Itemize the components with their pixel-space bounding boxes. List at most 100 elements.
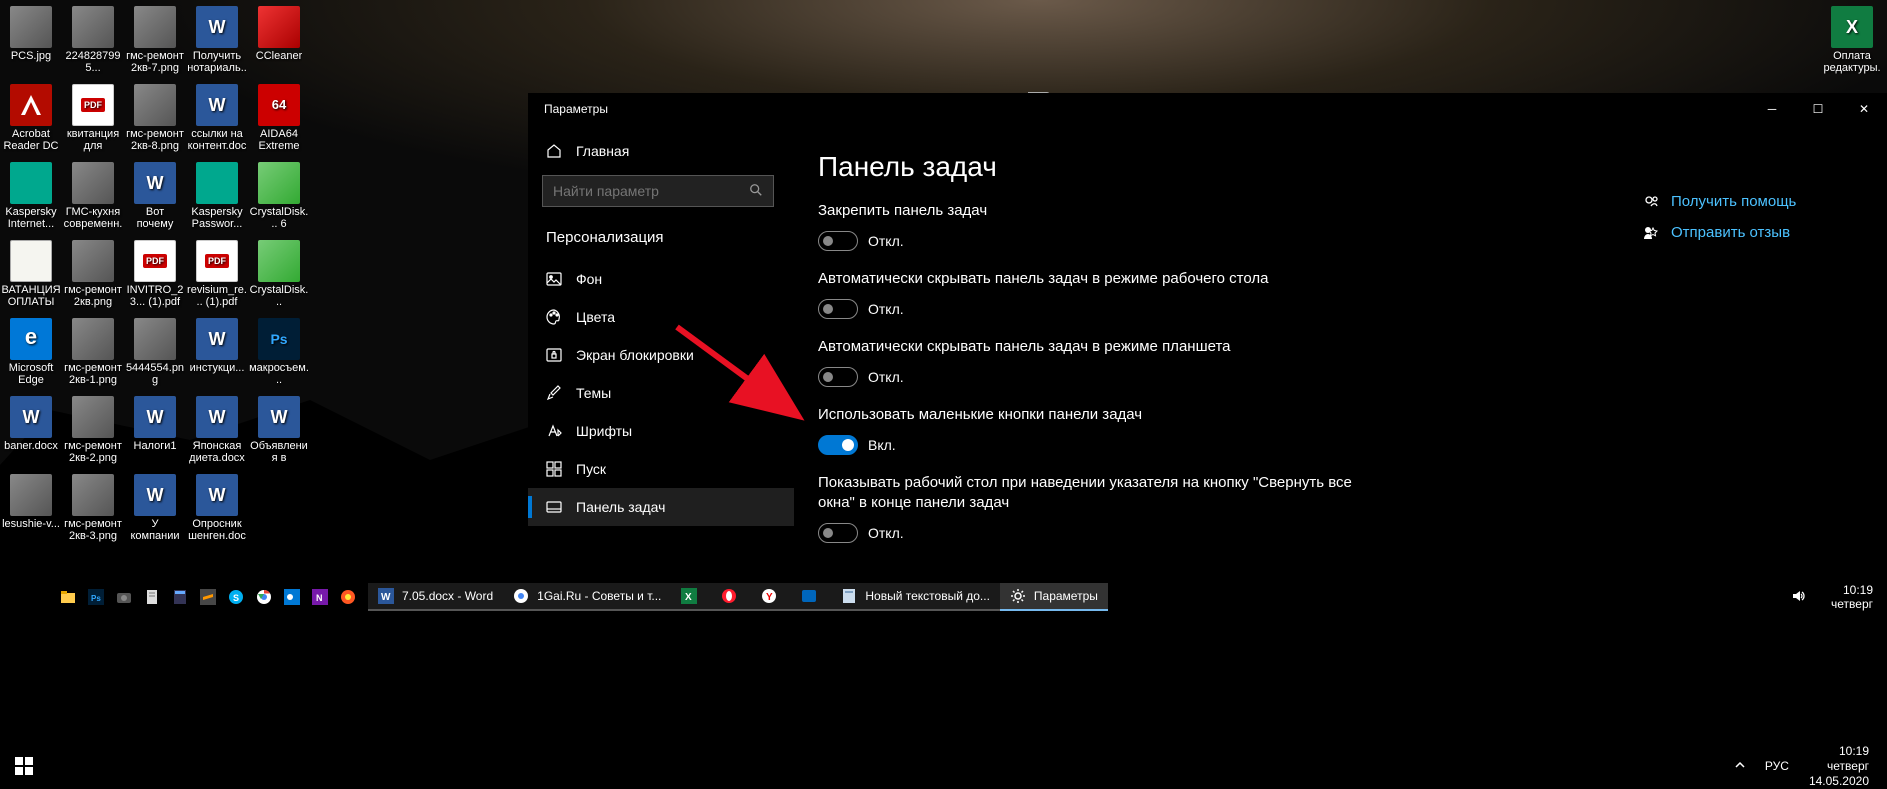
camera-icon[interactable] bbox=[112, 585, 136, 609]
file-label: гмс-ремонт 2кв-3.png bbox=[64, 518, 122, 542]
chrome-icon[interactable] bbox=[252, 585, 276, 609]
toggle-state-label: Откл. bbox=[868, 233, 904, 249]
desktop-icon[interactable]: ссылки на контент.docx bbox=[186, 82, 248, 160]
taskbar-app[interactable]: Y bbox=[751, 583, 791, 611]
photoshop-icon[interactable]: Ps bbox=[84, 585, 108, 609]
taskbar-row-bottom: РУС 10:19 четверг 14.05.2020 bbox=[0, 746, 1887, 786]
desktop-icon[interactable]: Опросник шенген.doc bbox=[186, 472, 248, 550]
toggle-state-label: Откл. bbox=[868, 301, 904, 317]
toggle-switch[interactable] bbox=[818, 231, 858, 251]
toggle-switch[interactable] bbox=[818, 299, 858, 319]
desktop-icon[interactable]: У компании есть неско... bbox=[124, 472, 186, 550]
taskbar-app[interactable]: 1Gai.Ru - Советы и т... bbox=[503, 583, 671, 611]
taskbar-app[interactable]: Параметры bbox=[1000, 583, 1108, 611]
desktop-icon[interactable]: гмс-ремонт 2кв-2.png bbox=[62, 394, 124, 472]
file-label: Налоги1 bbox=[134, 440, 177, 452]
desktop-icon[interactable]: гмс-ремонт 2кв.png bbox=[62, 238, 124, 316]
desktop-icon[interactable]: Acrobat Reader DC bbox=[0, 82, 62, 160]
file-thumb bbox=[258, 318, 300, 360]
taskbar-app-label: Параметры bbox=[1034, 589, 1098, 603]
svg-text:X: X bbox=[685, 592, 692, 603]
skype-icon[interactable]: S bbox=[224, 585, 248, 609]
desktop-icon[interactable]: инстукци... bbox=[186, 316, 248, 394]
sidebar-home[interactable]: Главная bbox=[528, 133, 794, 169]
desktop-icon[interactable]: Налоги1 bbox=[124, 394, 186, 472]
sidebar-item-taskbar[interactable]: Панель задач bbox=[528, 488, 794, 526]
taskbar-app[interactable] bbox=[791, 583, 831, 611]
desktop-icon[interactable]: квитанция для оплаты пат... bbox=[62, 82, 124, 160]
desktop-icon[interactable]: Microsoft Edge bbox=[0, 316, 62, 394]
sidebar-item-label: Фон bbox=[576, 271, 602, 287]
calculator-icon[interactable] bbox=[168, 585, 192, 609]
desktop-icon[interactable]: Объявления в подъезд... bbox=[248, 394, 310, 472]
sound-icon[interactable] bbox=[1791, 588, 1807, 607]
desktop-icon[interactable]: Вот почему ремонт... bbox=[124, 160, 186, 238]
taskbar-clock-bottom[interactable]: 10:19 четверг 14.05.2020 bbox=[1809, 744, 1869, 789]
desktop-icon[interactable]: гмс-ремонт 2кв-3.png bbox=[62, 472, 124, 550]
start-button[interactable] bbox=[0, 746, 48, 786]
toggle-switch[interactable] bbox=[818, 435, 858, 455]
sublime-icon[interactable] bbox=[196, 585, 220, 609]
desktop-icon[interactable]: revisium_re... (1).pdf bbox=[186, 238, 248, 316]
taskbar-app[interactable]: W7.05.docx - Word bbox=[368, 583, 503, 611]
language-indicator[interactable]: РУС bbox=[1765, 760, 1789, 773]
outlook-icon[interactable] bbox=[280, 585, 304, 609]
onenote-icon[interactable]: N bbox=[308, 585, 332, 609]
taskbar-app[interactable]: Новый текстовый до... bbox=[831, 583, 1000, 611]
desktop-icon[interactable]: гмс-ремонт 2кв-1.png bbox=[62, 316, 124, 394]
desktop-icon[interactable]: CCleaner bbox=[248, 4, 310, 82]
notepad-icon bbox=[841, 588, 857, 604]
sidebar-item-background[interactable]: Фон bbox=[528, 260, 794, 298]
desktop-icon[interactable]: макросъем... bbox=[248, 316, 310, 394]
desktop-icon[interactable]: ГМС-кухня современн... bbox=[62, 160, 124, 238]
window-maximize-button[interactable]: ☐ bbox=[1795, 93, 1841, 125]
tray-overflow-icon[interactable] bbox=[1735, 760, 1745, 773]
toggle-switch[interactable] bbox=[818, 367, 858, 387]
file-thumb bbox=[72, 318, 114, 360]
help-link[interactable]: Отправить отзыв bbox=[1643, 224, 1863, 241]
sidebar-item-colors[interactable]: Цвета bbox=[528, 298, 794, 336]
desktop-icon[interactable]: baner.docx bbox=[0, 394, 62, 472]
taskbar-app[interactable] bbox=[711, 583, 751, 611]
desktop-icon[interactable]: Оплата редактуры... bbox=[1821, 4, 1883, 82]
desktop-icon[interactable]: Получить нотариаль... bbox=[186, 4, 248, 82]
search-input[interactable] bbox=[553, 183, 749, 199]
desktop-icon[interactable]: CrystalDisk... 6 bbox=[248, 160, 310, 238]
desktop-icon[interactable]: lesushie-v... bbox=[0, 472, 62, 550]
file-thumb bbox=[72, 162, 114, 204]
help-link[interactable]: Получить помощь bbox=[1643, 193, 1863, 210]
sidebar-item-themes[interactable]: Темы bbox=[528, 374, 794, 412]
desktop-icon[interactable]: 2248287995... bbox=[62, 4, 124, 82]
file-thumb bbox=[258, 6, 300, 48]
setting-label: Использовать маленькие кнопки панели зад… bbox=[818, 405, 1378, 425]
desktop-icon[interactable]: ВАТАНЦИЯ ОПЛАТЫ П... bbox=[0, 238, 62, 316]
notes-icon[interactable] bbox=[140, 585, 164, 609]
desktop-icon[interactable]: Японская диета.docx bbox=[186, 394, 248, 472]
desktop-icon[interactable]: AIDA64 Extreme bbox=[248, 82, 310, 160]
taskbar-app-label: 7.05.docx - Word bbox=[402, 589, 493, 603]
sidebar-item-start[interactable]: Пуск bbox=[528, 450, 794, 488]
desktop-icon[interactable]: CrystalDisk... bbox=[248, 238, 310, 316]
desktop-icon[interactable]: гмс-ремонт 2кв-8.png bbox=[124, 82, 186, 160]
desktop-icon[interactable]: гмс-ремонт 2кв-7.png bbox=[124, 4, 186, 82]
sidebar-item-fonts[interactable]: Шрифты bbox=[528, 412, 794, 450]
sidebar-item-lockscreen[interactable]: Экран блокировки bbox=[528, 336, 794, 374]
movavi-icon[interactable] bbox=[336, 585, 360, 609]
taskbar-clock-top[interactable]: 10:19 четверг bbox=[1821, 583, 1873, 611]
file-explorer-icon[interactable] bbox=[56, 585, 80, 609]
window-close-button[interactable]: ✕ bbox=[1841, 93, 1887, 125]
file-thumb bbox=[134, 162, 176, 204]
search-input-wrap[interactable] bbox=[542, 175, 774, 207]
file-label: baner.docx bbox=[4, 440, 58, 452]
feedback-icon bbox=[1643, 225, 1659, 241]
desktop-icon[interactable]: Kaspersky Passwor... bbox=[186, 160, 248, 238]
toggle-switch[interactable] bbox=[818, 523, 858, 543]
desktop-icon[interactable]: Kaspersky Internet... bbox=[0, 160, 62, 238]
desktop-icon[interactable]: 5444554.png bbox=[124, 316, 186, 394]
taskbar-app[interactable]: X bbox=[671, 583, 711, 611]
file-label: Японская диета.docx bbox=[188, 440, 246, 464]
desktop-icon[interactable]: PCS.jpg bbox=[0, 4, 62, 82]
window-minimize-button[interactable]: ─ bbox=[1749, 93, 1795, 125]
desktop-icon[interactable]: INVITRO_23... (1).pdf bbox=[124, 238, 186, 316]
file-label: Kaspersky Internet... bbox=[2, 206, 60, 230]
